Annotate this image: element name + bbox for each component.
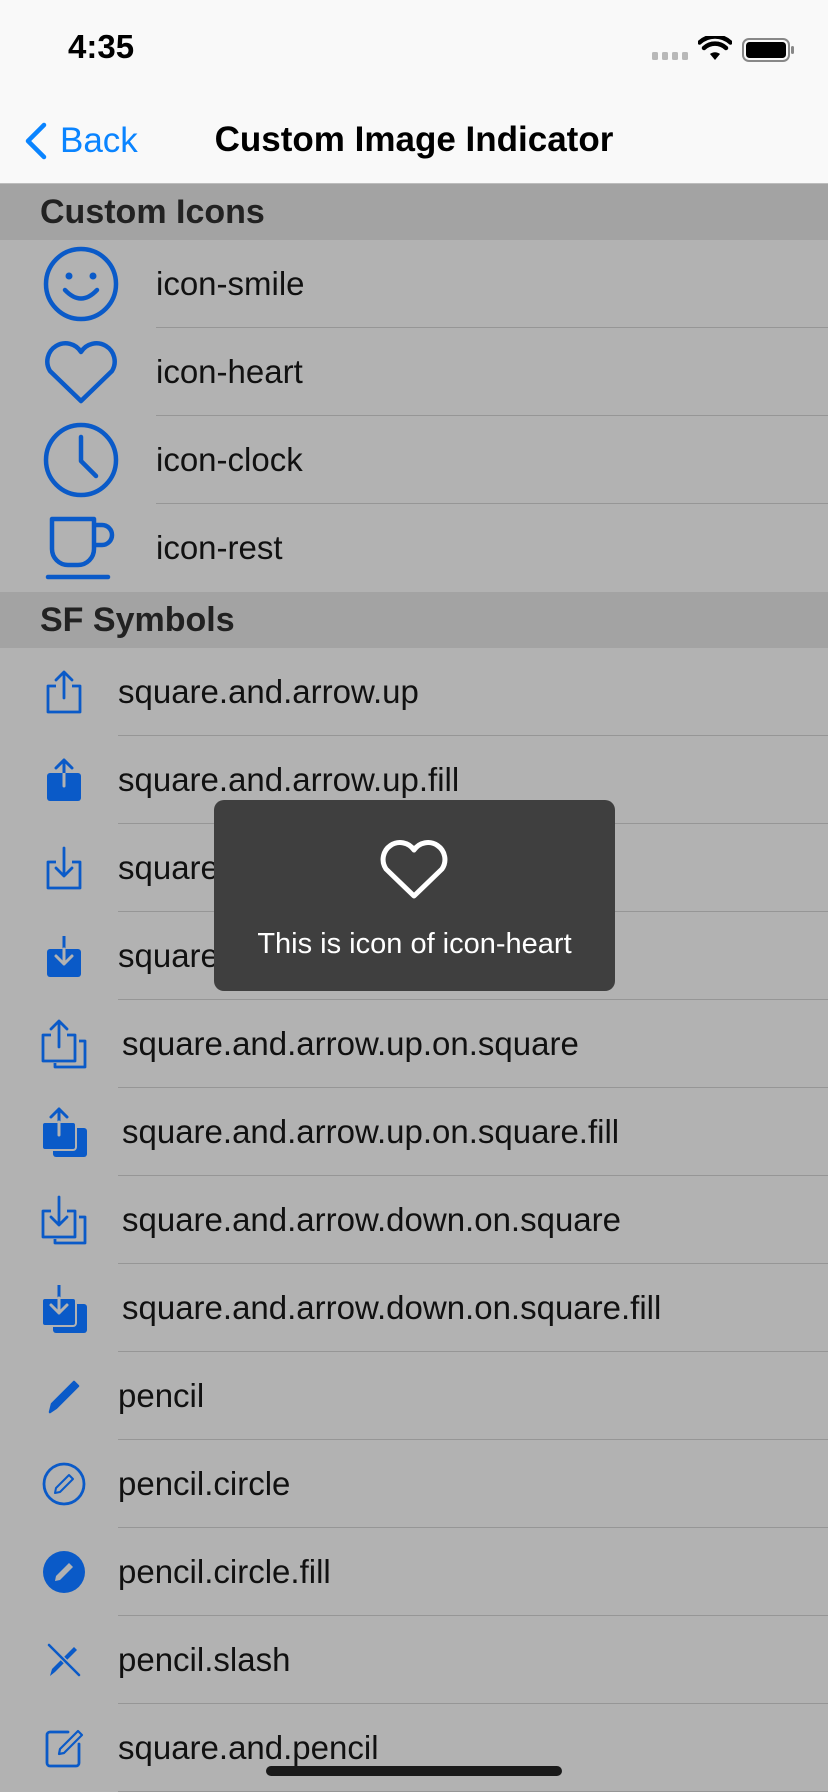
list-item[interactable]: square.and.arrow.down.on.square <box>0 1176 828 1264</box>
cup-icon <box>36 504 126 592</box>
square-and-arrow-up-on-square-icon <box>36 1000 92 1088</box>
list-item-label: pencil.circle.fill <box>118 1553 331 1590</box>
list-item[interactable]: pencil.slash <box>0 1616 828 1704</box>
cellular-signal-icon <box>652 52 688 60</box>
list-item-label: pencil.circle <box>118 1465 291 1502</box>
list-item[interactable]: square.and.arrow.up.on.square <box>0 1000 828 1088</box>
list-item[interactable]: icon-clock <box>0 416 828 504</box>
list-item[interactable]: pencil.circle.fill <box>0 1528 828 1616</box>
clock-icon <box>36 416 126 504</box>
section-header-custom-icons: Custom Icons <box>0 184 828 240</box>
list-item[interactable]: square.and.pencil <box>0 1704 828 1792</box>
pencil-circle-icon <box>36 1440 92 1528</box>
pencil-circle-fill-icon <box>36 1528 92 1616</box>
list-item-label: square.and.pencil <box>118 1729 379 1766</box>
list-item[interactable]: square.and.arrow.down.on.square.fill <box>0 1264 828 1352</box>
hud-message: This is icon of icon-heart <box>257 928 572 960</box>
battery-icon <box>742 38 794 62</box>
section-header-sf-symbols: SF Symbols <box>0 592 828 648</box>
list-item[interactable]: square.and.arrow.up.on.square.fill <box>0 1088 828 1176</box>
heart-icon <box>380 840 448 899</box>
icon-hud-popup: This is icon of icon-heart <box>214 800 615 991</box>
list-item[interactable]: icon-smile <box>0 240 828 328</box>
list-item[interactable]: icon-heart <box>0 328 828 416</box>
square-and-arrow-down-icon <box>36 824 92 912</box>
list-item[interactable]: pencil.circle <box>0 1440 828 1528</box>
list-item-label: icon-smile <box>156 265 305 302</box>
square-and-arrow-down-on-square-icon <box>36 1176 92 1264</box>
list-item[interactable]: square.and.arrow.up <box>0 648 828 736</box>
list-item-label: square.and.arrow.up.on.square <box>122 1025 579 1062</box>
smile-icon <box>36 240 126 328</box>
home-indicator[interactable] <box>266 1766 562 1776</box>
list-item[interactable]: icon-rest <box>0 504 828 592</box>
square-and-arrow-down-fill-icon <box>36 912 92 1000</box>
list-item-label: icon-rest <box>156 529 283 566</box>
page-title: Custom Image Indicator <box>214 120 614 159</box>
list-item-label: icon-heart <box>156 353 303 390</box>
list-item-label: square.and.arrow.up <box>118 673 419 710</box>
pencil-slash-icon <box>36 1616 92 1704</box>
list-item-label: square.and.arrow.up.on.square.fill <box>122 1113 620 1150</box>
status-time: 4:35 <box>68 28 135 65</box>
list-item-label: square.and.arrow.down.on.square <box>122 1201 621 1238</box>
square-and-arrow-down-on-square-fill-icon <box>36 1264 92 1352</box>
pencil-icon <box>36 1352 92 1440</box>
square-and-arrow-up-fill-icon <box>36 736 92 824</box>
list-item-label: pencil <box>118 1377 205 1414</box>
square-and-arrow-up-icon <box>36 648 92 736</box>
heart-icon <box>36 328 126 416</box>
square-and-arrow-up-on-square-fill-icon <box>36 1088 92 1176</box>
list-item-label: pencil.slash <box>118 1641 291 1678</box>
list-item-label: icon-clock <box>156 441 303 478</box>
list-item-label: square.and.arrow.down.on.square.fill <box>122 1289 662 1326</box>
navigation-bar: 4:35 Back Custom Image Indicator <box>0 0 828 184</box>
square-and-pencil-icon <box>36 1704 92 1792</box>
wifi-icon <box>698 36 732 60</box>
list-item[interactable]: pencil <box>0 1352 828 1440</box>
